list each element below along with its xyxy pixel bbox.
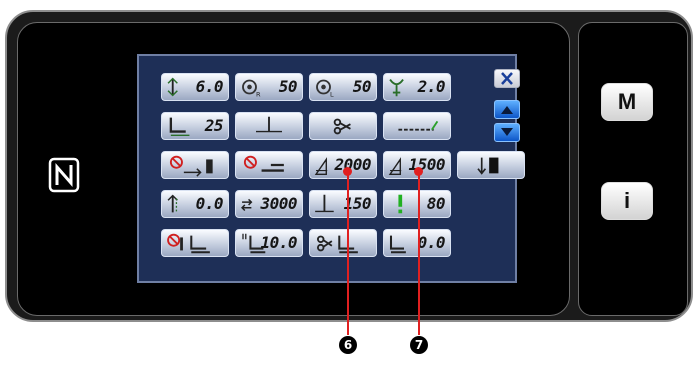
feed-amount-value: 0.0 [195,194,224,213]
presser-height-button[interactable]: 10.0 [235,229,303,257]
needle-up-down-button[interactable] [457,151,525,179]
callout-number-first: 6 [343,338,353,352]
presser-height-value: 10.0 [260,233,297,252]
callout-leader-first [347,175,349,335]
nfc-icon [48,157,80,193]
presser-foot-button[interactable]: 25 [161,112,229,140]
wiper-off-icon [243,155,284,172]
alarm-button[interactable]: 80 [383,190,451,218]
dashed-line-check-button[interactable] [383,112,451,140]
stitch-pitch-button[interactable]: 6.0 [161,73,229,101]
presser-lift-off-button[interactable] [161,229,229,257]
feed-amount-button[interactable]: 0.0 [161,190,229,218]
needle-position-icon [256,116,282,133]
operation-panel-lcd: 6.0 R 50 L 50 2.0 25 2000 1500 0.0 3000 … [137,54,525,283]
presser-foot-value: 25 [204,116,224,135]
arrow-down-icon [501,128,513,136]
mode-button[interactable]: M [601,83,653,121]
callout-leader-second [418,175,420,335]
thread-trimmer-icon [333,118,351,135]
mode-button-label: M [617,89,637,114]
trim-presser-button[interactable] [309,229,377,257]
presser-lift-off-icon [167,233,210,254]
presser-height-2-value: 0.0 [417,233,446,252]
presser-height-2-button[interactable]: 0.0 [383,229,451,257]
bobbin-tension-r-button[interactable]: R 50 [235,73,303,101]
max-speed-button[interactable]: 2000 [309,151,377,179]
svg-text:R: R [256,90,261,98]
scroll-down-button[interactable] [494,123,520,142]
thread-tension-value: 2.0 [417,77,446,96]
info-button-label: i [623,188,631,213]
svg-text:L: L [330,90,334,98]
thread-tension-button[interactable]: 2.0 [383,73,451,101]
info-button[interactable]: i [601,182,653,220]
close-icon [501,72,513,85]
scroll-up-button[interactable] [494,100,520,119]
dashed-line-check-icon [398,120,439,131]
reverse-feed-off-button[interactable] [161,151,229,179]
callout-number-second: 7 [414,338,424,352]
callout-badge-first: 6 [339,336,357,354]
soft-start-speed-value: 3000 [260,194,297,213]
max-speed-value: 2000 [334,155,371,174]
soft-start-speed-button[interactable]: 3000 [235,190,303,218]
bobbin-tension-l-button[interactable]: L 50 [309,73,377,101]
bobbin-tension-l-value: 50 [352,77,372,96]
wiper-off-button[interactable] [235,151,303,179]
main-screen-frame: 6.0 R 50 L 50 2.0 25 2000 1500 0.0 3000 … [17,22,570,316]
needle-stop-button[interactable]: 150 [309,190,377,218]
needle-position-button[interactable] [235,112,303,140]
reverse-feed-off-icon [169,155,213,177]
thread-trimmer-button[interactable] [309,112,377,140]
device-bezel: 6.0 R 50 L 50 2.0 25 2000 1500 0.0 3000 … [5,10,693,322]
callout-badge-second: 7 [410,336,428,354]
needle-up-down-icon [477,157,499,175]
alarm-value: 80 [426,194,446,213]
arrow-up-icon [501,106,513,114]
close-button[interactable] [494,69,520,88]
stitch-pitch-value: 6.0 [195,77,224,96]
bobbin-tension-r-value: 50 [278,77,298,96]
side-button-panel [578,22,688,316]
trim-presser-icon [317,235,358,254]
